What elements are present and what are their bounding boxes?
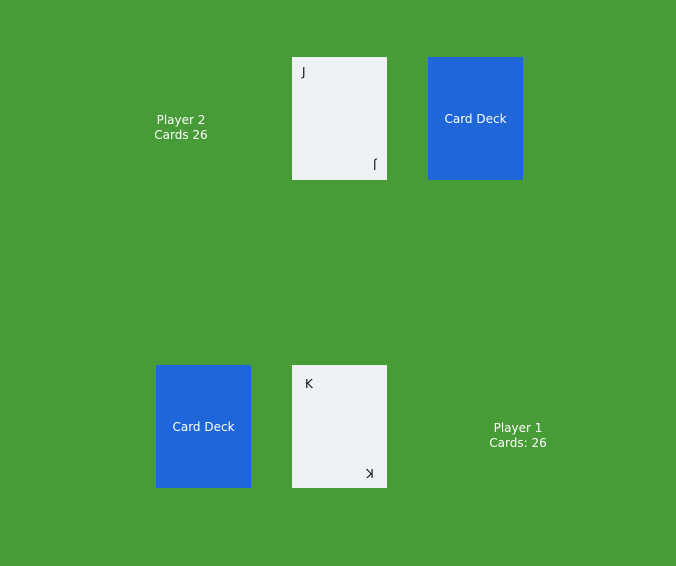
player-2-played-card: J J [292,57,387,180]
player-2-card-deck[interactable]: Card Deck [428,57,523,180]
deck-label: Card Deck [444,111,507,126]
card-rank-bottom: K [366,466,374,480]
player-2-info: Player 2 Cards 26 [141,113,221,143]
deck-label: Card Deck [172,419,235,434]
player-1-card-count: Cards: 26 [489,436,547,450]
player-2-card-count: Cards 26 [154,128,208,142]
card-rank-bottom: J [373,158,377,172]
player-1-info: Player 1 Cards: 26 [473,421,563,451]
player-1-played-card: K K [292,365,387,488]
card-rank-top: J [302,65,306,79]
player-2-name: Player 2 [156,113,206,127]
player-1-name: Player 1 [493,421,543,435]
card-rank-top: K [305,377,313,391]
game-table: Player 2 Cards 26 J J Card Deck Card Dec… [0,0,676,566]
player-1-card-deck[interactable]: Card Deck [156,365,251,488]
